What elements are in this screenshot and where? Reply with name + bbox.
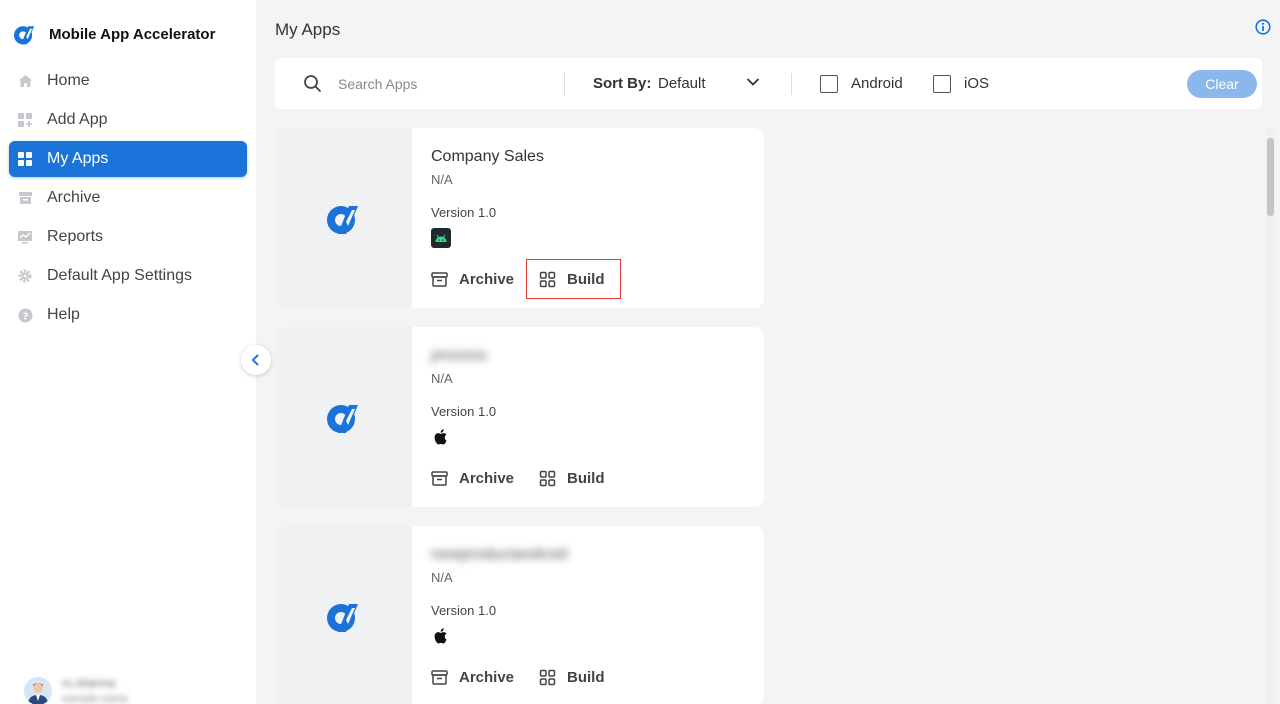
sidebar-item-label: My Apps: [47, 150, 109, 167]
collapse-sidebar-button[interactable]: [241, 345, 271, 375]
user-name: rs.sharma: [62, 676, 116, 690]
sidebar-item-home[interactable]: Home: [9, 63, 247, 99]
app-card[interactable]: process N/A Version 1.0 Archive Build: [275, 327, 764, 507]
app-subtitle: N/A: [431, 172, 453, 187]
sidebar-nav: Home Add App My Apps Archive Reports Def…: [9, 63, 247, 336]
archive-button-label: Archive: [459, 469, 515, 487]
brand[interactable]: Mobile App Accelerator: [12, 22, 215, 46]
svg-text:?: ?: [22, 311, 28, 322]
archive-button[interactable]: Archive: [425, 458, 520, 498]
build-grid-icon: [539, 271, 556, 287]
filter-bar: Sort By: Default Android iOS Clear: [275, 58, 1262, 109]
sidebar-item-label: Default App Settings: [47, 267, 192, 284]
clear-button[interactable]: Clear: [1187, 70, 1257, 98]
app-version: Version 1.0: [431, 205, 497, 220]
divider: [564, 73, 565, 95]
add-app-icon: [17, 112, 33, 128]
archive-icon: [17, 190, 33, 206]
build-button[interactable]: Build: [533, 458, 611, 498]
android-icon: [431, 228, 451, 248]
chevron-down-icon[interactable]: [746, 77, 760, 87]
app-logo-icon: [326, 206, 358, 234]
reports-icon: [17, 229, 33, 245]
sidebar-item-reports[interactable]: Reports: [9, 219, 247, 255]
app-version: Version 1.0: [431, 603, 497, 618]
grid-icon: [17, 151, 33, 167]
sidebar-item-label: Help: [47, 306, 80, 323]
app-name: Company Sales: [431, 148, 544, 165]
app-version: Version 1.0: [431, 404, 497, 419]
ios-label: iOS: [964, 75, 990, 92]
app-subtitle: N/A: [431, 570, 453, 585]
app-name: process: [431, 347, 488, 364]
info-icon[interactable]: [1255, 19, 1271, 35]
apple-icon: [434, 628, 447, 644]
apple-icon: [434, 429, 447, 445]
sidebar: Mobile App Accelerator Home Add App My A…: [0, 0, 256, 704]
app-thumbnail: [275, 526, 412, 704]
search-icon: [304, 75, 322, 93]
help-icon: ?: [17, 307, 33, 323]
user-profile[interactable]: rs.sharma sample.name: [24, 676, 128, 704]
build-button-label: Build: [567, 270, 605, 288]
chevron-left-icon: [251, 354, 259, 366]
sidebar-item-label: Home: [47, 72, 90, 89]
app-subtitle: N/A: [431, 371, 453, 386]
search-input[interactable]: [338, 72, 558, 96]
build-button[interactable]: Build: [526, 259, 621, 299]
app-logo-icon: [326, 405, 358, 433]
sidebar-item-my-apps[interactable]: My Apps: [9, 141, 247, 177]
app-logo-icon: [13, 26, 35, 45]
sort-select[interactable]: Default: [658, 75, 706, 92]
scrollbar-thumb[interactable]: [1267, 138, 1274, 216]
build-grid-icon: [539, 669, 556, 685]
archive-icon: [431, 271, 448, 287]
app-thumbnail: [275, 128, 412, 308]
sidebar-item-label: Add App: [47, 111, 108, 128]
sidebar-item-default-app-settings[interactable]: Default App Settings: [9, 258, 247, 294]
build-button-label: Build: [567, 668, 605, 686]
app-name: newproductandroid: [431, 546, 568, 563]
archive-icon: [431, 470, 448, 486]
sidebar-item-add-app[interactable]: Add App: [9, 102, 247, 138]
scrollbar[interactable]: [1266, 128, 1275, 704]
gear-icon: [17, 268, 33, 284]
app-logo-icon: [326, 604, 358, 632]
ios-checkbox[interactable]: [933, 75, 951, 93]
home-icon: [17, 73, 33, 89]
build-button-label: Build: [567, 469, 605, 487]
archive-icon: [431, 669, 448, 685]
divider: [791, 73, 792, 95]
app-card[interactable]: Company Sales N/A Version 1.0 Archive Bu…: [275, 128, 764, 308]
archive-button-label: Archive: [459, 668, 515, 686]
user-subtitle: sample.name: [62, 693, 129, 704]
android-label: Android: [851, 75, 903, 92]
sidebar-item-help[interactable]: ? Help: [9, 297, 247, 333]
page-title: My Apps: [275, 20, 341, 39]
android-checkbox[interactable]: [820, 75, 838, 93]
app-card[interactable]: newproductandroid N/A Version 1.0 Archiv…: [275, 526, 764, 704]
brand-name: Mobile App Accelerator: [49, 25, 216, 43]
avatar: [24, 676, 52, 704]
archive-button-label: Archive: [459, 270, 515, 288]
archive-button[interactable]: Archive: [425, 657, 520, 697]
archive-button[interactable]: Archive: [425, 259, 520, 299]
app-thumbnail: [275, 327, 412, 507]
sort-by-label: Sort By:: [593, 75, 652, 92]
build-grid-icon: [539, 470, 556, 486]
build-button[interactable]: Build: [533, 657, 611, 697]
sidebar-item-label: Archive: [47, 189, 101, 206]
sidebar-item-label: Reports: [47, 228, 104, 245]
sidebar-item-archive[interactable]: Archive: [9, 180, 247, 216]
